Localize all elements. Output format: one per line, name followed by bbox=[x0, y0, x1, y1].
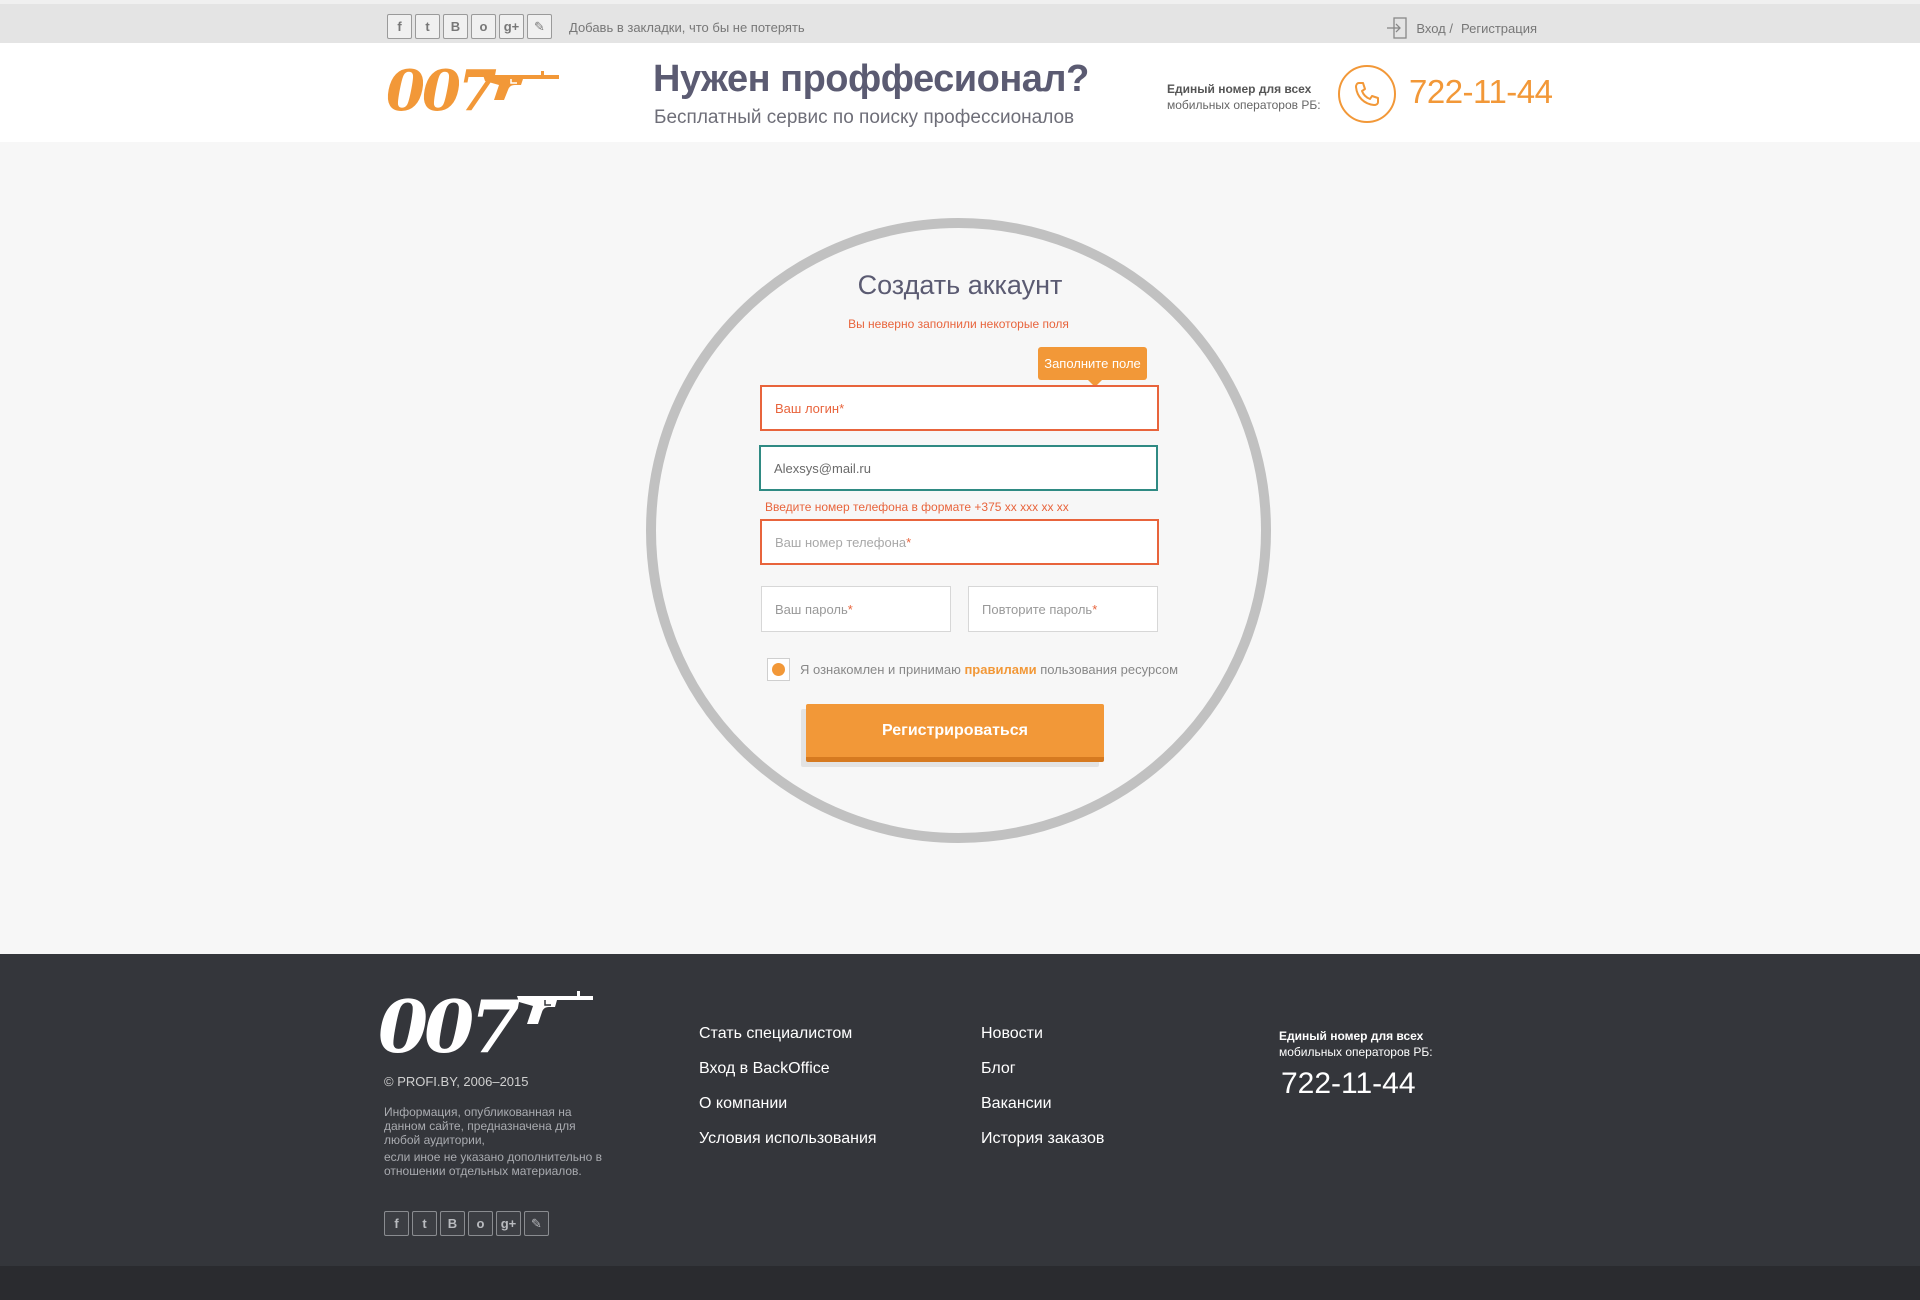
checkbox-checked-dot bbox=[772, 663, 785, 676]
terms-checkbox[interactable] bbox=[767, 658, 790, 681]
terms-rules-link[interactable]: правилами bbox=[964, 662, 1036, 677]
footer-link-order-history[interactable]: История заказов bbox=[981, 1129, 1104, 1149]
footer-phone-number[interactable]: 722-11-44 bbox=[1281, 1067, 1416, 1101]
footer-hotline-label-bold: Единый номер для всех bbox=[1279, 1029, 1424, 1043]
password-repeat-placeholder: Повторите пароль bbox=[982, 601, 1093, 617]
footer-link-news[interactable]: Новости bbox=[981, 1024, 1104, 1044]
hotline-label-bold: Единый номер для всех bbox=[1167, 82, 1312, 96]
hotline-label-rest: мобильных операторов РБ: bbox=[1167, 98, 1321, 112]
required-mark: * bbox=[839, 400, 845, 416]
googleplus-icon[interactable]: g+ bbox=[496, 1211, 521, 1236]
auth-links: Вход / Регистрация bbox=[1386, 17, 1537, 39]
copyright: © PROFI.BY, 2006–2015 bbox=[384, 1074, 529, 1089]
terms-agreement: Я ознакомлен и принимаю правилами пользо… bbox=[767, 658, 1178, 681]
hotline-label: Единый номер для всех мобильных оператор… bbox=[1167, 81, 1321, 113]
phone-input[interactable]: Ваш номер телефона * bbox=[760, 519, 1159, 565]
phone-placeholder: Ваш номер телефона bbox=[775, 534, 907, 550]
disclaimer-line-1: Информация, опубликованная на данном сай… bbox=[384, 1105, 576, 1147]
site-logo[interactable]: 007 bbox=[386, 61, 561, 121]
header-phone-number[interactable]: 722-11-44 bbox=[1409, 73, 1553, 111]
footer-hotline-label: Единый номер для всех мобильных оператор… bbox=[1279, 1028, 1433, 1060]
footer-social-row: f t B o g+ ✎ bbox=[384, 1211, 549, 1236]
logo-text: 007 bbox=[386, 58, 497, 124]
fill-field-tooltip: Заполните поле bbox=[1038, 347, 1147, 387]
email-value: Alexsys@mail.ru bbox=[774, 460, 871, 476]
form-title-text: Создать аккаунт bbox=[857, 270, 1063, 300]
footer-pistol-icon bbox=[517, 991, 593, 1024]
site-header: 007 Нужен проффесионал? Бесплатный серви… bbox=[0, 43, 1920, 142]
password-repeat-input[interactable]: Повторите пароль * bbox=[968, 586, 1158, 632]
odnoklassniki-icon[interactable]: o bbox=[471, 14, 496, 39]
footer-nav-col1: Стать специалистом Вход в BackOffice О к… bbox=[699, 1024, 877, 1164]
page-subline: Бесплатный сервис по поиску профессионал… bbox=[654, 107, 1075, 128]
login-icon bbox=[1386, 17, 1408, 39]
odnoklassniki-icon[interactable]: o bbox=[468, 1211, 493, 1236]
googleplus-icon[interactable]: g+ bbox=[499, 14, 524, 39]
footer-nav-col2: Новости Блог Вакансии История заказов bbox=[981, 1024, 1104, 1164]
top-bar: f t B o g+ ✎ Добавь в закладки, что бы н… bbox=[0, 0, 1920, 43]
phone-format-hint: Введите номер телефона в формате +375 xx… bbox=[765, 500, 1069, 514]
vk-icon[interactable]: B bbox=[443, 14, 468, 39]
facebook-icon[interactable]: f bbox=[384, 1211, 409, 1236]
footer-link-vacancies[interactable]: Вакансии bbox=[981, 1094, 1104, 1114]
bookmark-icon[interactable]: ✎ bbox=[524, 1211, 549, 1236]
terms-text: Я ознакомлен и принимаю правилами пользо… bbox=[800, 662, 1178, 677]
site-footer: 007 © PROFI.BY, 2006–2015 Информация, оп… bbox=[0, 954, 1920, 1266]
terms-text-after: пользования ресурсом bbox=[1040, 662, 1179, 677]
form-error-message: Вы неверно заполнили некоторые поля bbox=[848, 317, 1069, 331]
password-placeholder: Ваш пароль bbox=[775, 601, 848, 617]
register-button[interactable]: Регистрироваться bbox=[806, 704, 1104, 762]
email-input[interactable]: Alexsys@mail.ru bbox=[759, 445, 1158, 491]
required-mark: * bbox=[847, 601, 853, 617]
footer-logo[interactable]: 007 bbox=[378, 990, 520, 1064]
footer-bottom-strip bbox=[0, 1266, 1920, 1300]
register-link[interactable]: Регистрация bbox=[1461, 21, 1537, 36]
footer-link-about[interactable]: О компании bbox=[699, 1094, 877, 1114]
facebook-icon[interactable]: f bbox=[387, 14, 412, 39]
required-mark: * bbox=[1092, 601, 1098, 617]
password-input[interactable]: Ваш пароль * bbox=[761, 586, 951, 632]
registration-section: Создать аккаунт Вы неверно заполнили нек… bbox=[0, 142, 1920, 954]
footer-link-become-specialist[interactable]: Стать специалистом bbox=[699, 1024, 877, 1044]
login-placeholder: Ваш логин bbox=[775, 400, 840, 416]
footer-disclaimer: Информация, опубликованная на данном сай… bbox=[384, 1105, 614, 1178]
required-mark: * bbox=[906, 534, 912, 550]
footer-link-backoffice[interactable]: Вход в BackOffice bbox=[699, 1059, 877, 1079]
footer-hotline-label-rest: мобильных операторов РБ: bbox=[1279, 1045, 1433, 1059]
bookmark-icon[interactable]: ✎ bbox=[527, 14, 552, 39]
phone-icon bbox=[1338, 65, 1396, 123]
page-headline: Нужен проффесионал? bbox=[653, 58, 1089, 100]
social-share-row: f t B o g+ ✎ bbox=[387, 14, 552, 39]
footer-link-blog[interactable]: Блог bbox=[981, 1059, 1104, 1079]
twitter-icon[interactable]: t bbox=[415, 14, 440, 39]
login-input[interactable]: Ваш логин * bbox=[760, 385, 1159, 431]
form-title: Создать аккаунт bbox=[0, 270, 1920, 301]
pistol-icon bbox=[483, 71, 559, 100]
terms-text-before: Я ознакомлен и принимаю bbox=[800, 662, 961, 677]
login-link[interactable]: Вход / bbox=[1416, 21, 1453, 36]
disclaimer-line-2: если иное не указано дополнительно в отн… bbox=[384, 1150, 603, 1178]
footer-link-terms[interactable]: Условия использования bbox=[699, 1129, 877, 1149]
vk-icon[interactable]: B bbox=[440, 1211, 465, 1236]
bookmark-hint: Добавь в закладки, что бы не потерять bbox=[569, 20, 805, 35]
twitter-icon[interactable]: t bbox=[412, 1211, 437, 1236]
